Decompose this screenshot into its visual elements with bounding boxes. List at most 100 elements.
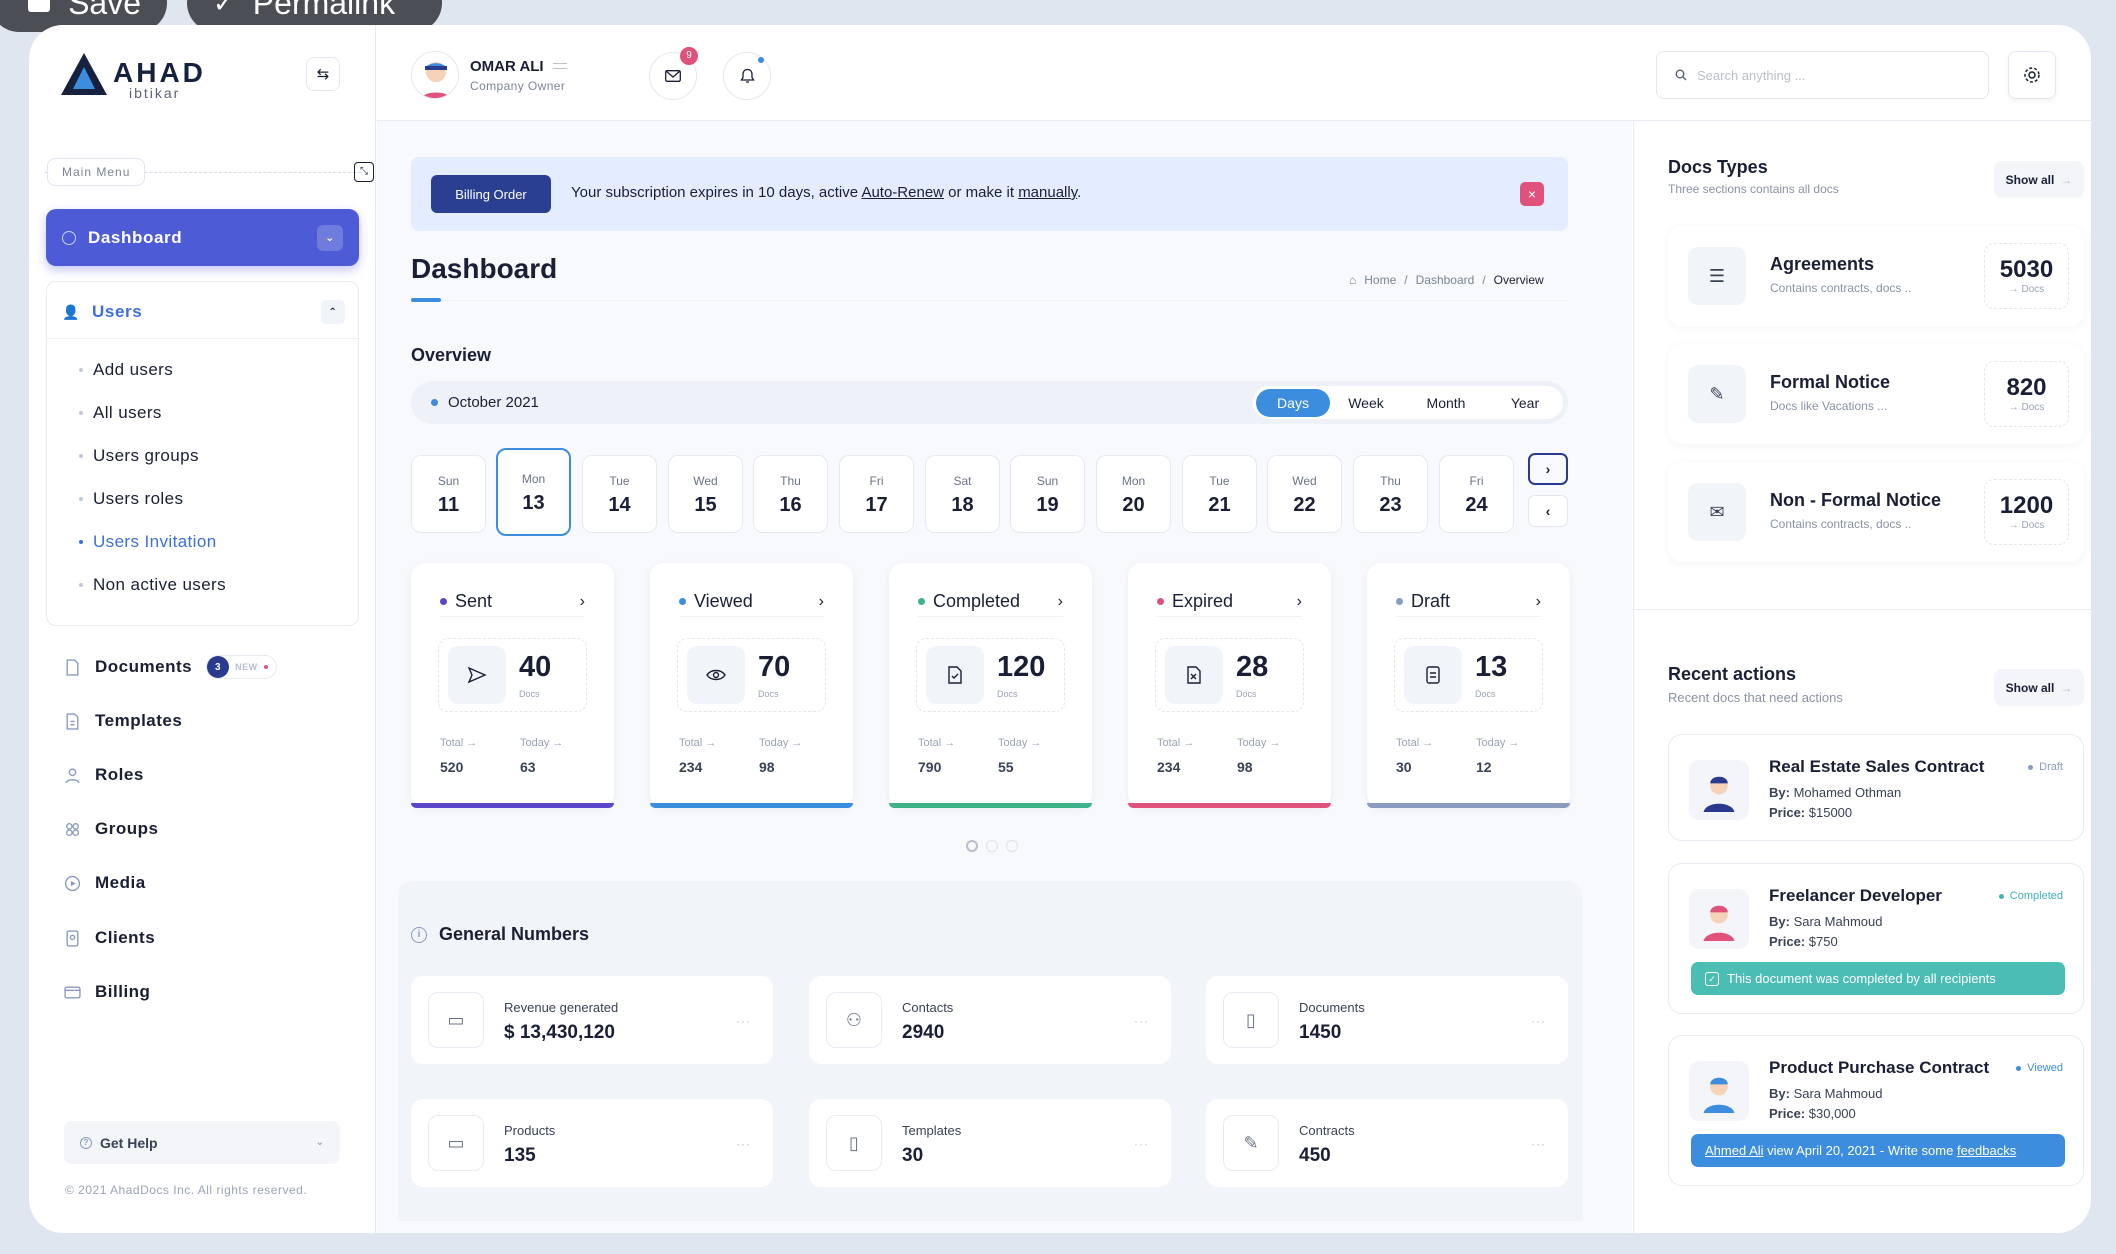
day-4[interactable]: Thu 16 [753,455,828,533]
more-icon[interactable]: ··· [736,1137,751,1151]
stat-card-viewed[interactable]: Viewed › 70 Docs Total → Today → 234 98 [650,563,853,808]
general-card-template[interactable]: ▯ Templates 30 ··· [809,1099,1171,1187]
pin-icon[interactable]: ⤡ [354,162,374,182]
day-3[interactable]: Wed 15 [668,455,743,533]
close-alert-button[interactable]: × [1520,182,1544,206]
doc-type-card[interactable]: ✉ Non - Formal Notice Contains contracts… [1668,462,2084,562]
search-input[interactable]: Search anything ... [1656,51,1989,99]
total-label: Total → [1396,737,1434,749]
stat-card-expired[interactable]: Expired › 28 Docs Total → Today → 234 98 [1128,563,1331,808]
period-month[interactable]: Month [1402,395,1490,411]
doc-type-card[interactable]: ✎ Formal Notice Docs like Vacations ... … [1668,344,2084,444]
app-window: AHAD ibtikar ⇆ Main Menu ⤡ Dashboard ⌄ 👤… [29,25,2091,1233]
recent-action-card[interactable]: Product Purchase Contract By: Sara Mahmo… [1668,1035,2084,1186]
stat-card-draft[interactable]: Draft › 13 Docs Total → Today → 30 12 [1367,563,1570,808]
notifications-button[interactable] [723,52,771,100]
get-help-button[interactable]: ? Get Help ⌄ [64,1121,340,1164]
period-week[interactable]: Week [1330,395,1402,411]
day-11[interactable]: Thu 23 [1353,455,1428,533]
sidebar-item-billing[interactable]: Billing [64,982,150,1002]
chevron-right-icon[interactable]: › [1297,593,1302,611]
more-icon[interactable]: ··· [1134,1014,1149,1028]
avatar[interactable] [411,51,459,99]
carousel-dot-3[interactable] [1006,840,1018,852]
stat-card-completed[interactable]: Completed › 120 Docs Total → Today → 790 5… [889,563,1092,808]
general-card-document[interactable]: ▯ Documents 1450 ··· [1206,976,1568,1064]
sidebar-item-groups[interactable]: Groups [64,819,158,839]
period-days[interactable]: Days [1256,388,1330,417]
feedbacks-link[interactable]: feedbacks [1957,1143,2016,1158]
ahmed-ali-link[interactable]: Ahmed Ali [1705,1143,1764,1158]
more-icon[interactable]: ··· [1531,1014,1546,1028]
breadcrumb: ⌂ Home / Dashboard / Overview [1349,273,1544,287]
chevron-down-icon[interactable]: ⌄ [317,224,343,251]
doc-type-card[interactable]: ☰ Agreements Contains contracts, docs ..… [1668,226,2084,326]
sidebar-item-all-users[interactable]: All users [79,403,162,423]
sidebar-item-users-invitation[interactable]: Users Invitation [79,532,217,552]
sidebar-item-users-groups[interactable]: Users groups [79,446,199,466]
status-dot [679,598,686,605]
day-10[interactable]: Wed 22 [1267,455,1342,533]
stat-value: 120 [997,651,1046,683]
breadcrumb-home[interactable]: Home [1364,273,1396,287]
more-icon[interactable]: ··· [1134,1137,1149,1151]
more-icon[interactable]: ··· [736,1014,751,1028]
general-card-money[interactable]: ▭ Revenue generated $ 13,430,120 ··· [411,976,773,1064]
money-icon: ▭ [428,992,484,1048]
day-8[interactable]: Mon 20 [1096,455,1171,533]
chevron-down-icon: ⌄ [315,1137,324,1148]
day-2[interactable]: Tue 14 [582,455,657,533]
day-7[interactable]: Sun 19 [1010,455,1085,533]
menu-lines-icon[interactable] [553,63,567,69]
document-check-icon [926,646,984,704]
day-9[interactable]: Tue 21 [1182,455,1257,533]
sidebar-item-add-users[interactable]: Add users [79,360,173,380]
sidebar-item-dashboard[interactable]: Dashboard ⌄ [46,209,359,266]
general-card-contract[interactable]: ✎ Contracts 450 ··· [1206,1099,1568,1187]
carousel-dot-2[interactable] [986,840,998,852]
stat-card-sent[interactable]: Sent › 40 Docs Total → Today → 520 63 [411,563,614,808]
sidebar-item-roles[interactable]: Roles [64,765,144,785]
sidebar-item-clients[interactable]: Clients [64,928,155,948]
recent-action-card[interactable]: Real Estate Sales Contract By: Mohamed O… [1668,734,2084,841]
chevron-right-icon[interactable]: › [1058,593,1063,611]
doc-type-count: 1200 [1999,492,2054,519]
sidebar-item-documents[interactable]: Documents 3 NEW [64,655,277,679]
docs-types-show-all[interactable]: Show all → [1994,161,2084,198]
month-label[interactable]: October 2021 [431,394,539,411]
settings-button[interactable] [2008,51,2056,99]
sidebar-item-users-roles[interactable]: Users roles [79,489,183,509]
general-card-products[interactable]: ▭ Products 135 ··· [411,1099,773,1187]
sidebar-item-users[interactable]: 👤 Users ⌃ [62,297,345,327]
sidebar-item-non-active-users[interactable]: Non active users [79,575,226,595]
chevron-right-icon[interactable]: › [819,593,824,611]
sidebar-item-media[interactable]: Media [64,873,146,893]
day-5[interactable]: Fri 17 [839,455,914,533]
more-icon[interactable]: ··· [1531,1137,1546,1151]
brand-logo[interactable]: AHAD ibtikar [61,53,206,101]
day-6[interactable]: Sat 18 [925,455,1000,533]
carousel-dot-1[interactable] [966,840,978,852]
auto-renew-link[interactable]: Auto-Renew [861,184,944,201]
collapse-sidebar-button[interactable]: ⇆ [306,57,340,91]
stat-value: 40 [519,651,552,683]
general-card-contacts[interactable]: ⚇ Contacts 2940 ··· [809,976,1171,1064]
sidebar-item-templates[interactable]: Templates [64,711,182,731]
chevron-up-icon[interactable]: ⌃ [321,300,345,324]
day-0[interactable]: Sun 11 [411,455,486,533]
period-year[interactable]: Year [1490,395,1560,411]
next-days-button[interactable]: › [1528,453,1568,485]
chevron-right-icon[interactable]: › [580,593,585,611]
day-1[interactable]: Mon 13 [496,448,571,536]
chevron-right-icon[interactable]: › [1536,593,1541,611]
billing-order-button[interactable]: Billing Order [431,175,551,213]
day-12[interactable]: Fri 24 [1439,455,1514,533]
general-numbers-heading: i General Numbers [411,924,589,945]
mail-button[interactable]: 9 [649,47,698,100]
recent-action-card[interactable]: Freelancer Developer By: Sara Mahmoud Pr… [1668,863,2084,1014]
breadcrumb-dashboard[interactable]: Dashboard [1416,273,1475,287]
manually-link[interactable]: manually [1018,184,1077,201]
prev-days-button[interactable]: ‹ [1528,495,1568,527]
roles-icon [65,767,80,783]
recent-actions-show-all[interactable]: Show all → [1994,669,2084,706]
